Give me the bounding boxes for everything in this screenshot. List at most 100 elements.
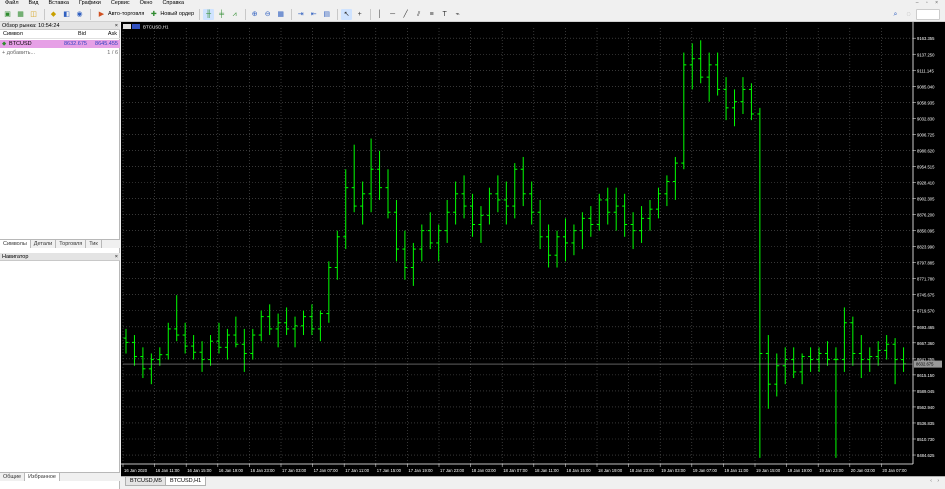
navigator-icon[interactable]: ◆ [48, 9, 59, 20]
price-label: 8902.305 [917, 197, 935, 202]
time-label: 18 Jan 07:00 [503, 468, 528, 473]
ohlc-bar [698, 40, 704, 84]
menu-view[interactable]: Вид [24, 0, 44, 7]
ohlc-bar [123, 328, 129, 354]
menu-insert[interactable]: Вставка [43, 0, 73, 7]
shift-icon[interactable]: ⇤ [308, 9, 319, 20]
close-icon[interactable]: × [115, 253, 118, 261]
navigator-title-text: Навигатор [2, 254, 29, 260]
ohlc-bar [799, 353, 805, 385]
ohlc-bar [901, 347, 907, 372]
bar-chart-icon[interactable]: ╫ [203, 8, 215, 20]
window-controls[interactable]: – ▫ × [916, 0, 941, 6]
tab-symbols[interactable]: Символы [0, 240, 31, 248]
signals-icon[interactable]: ◉ [74, 9, 85, 20]
time-label: 17 Jan 07:00 [314, 468, 339, 473]
time-label: 17 Jan 11:00 [345, 468, 370, 473]
ohlc-bar [808, 347, 814, 372]
periods-icon[interactable]: ▤ [321, 9, 332, 20]
text-icon[interactable]: T [439, 9, 450, 20]
ohlc-bar [858, 335, 864, 379]
chat-icon[interactable]: ◌ [903, 9, 914, 20]
chart-canvas[interactable]: 9163.355 9137.250 9111.145 9085.040 9058.935… [121, 22, 945, 476]
ohlc-bar [579, 212, 585, 250]
search-box[interactable] [916, 9, 940, 20]
time-label: 18 Jan 03:00 [472, 468, 497, 473]
search-icon[interactable]: ⌕ [890, 9, 901, 20]
ohlc-bar [461, 175, 467, 219]
menu-window[interactable]: Окно [135, 0, 158, 7]
data-window-icon[interactable]: ◧ [61, 9, 72, 20]
new-chart-icon[interactable]: ▣ [2, 9, 13, 20]
ohlc-bar [782, 347, 788, 385]
menu-help[interactable]: Справка [157, 0, 189, 7]
menu-charts[interactable]: Графики [74, 0, 106, 7]
crosshair-icon[interactable]: + [354, 9, 365, 20]
price-label: 8771.780 [917, 277, 935, 282]
ohlc-bar [664, 175, 670, 207]
ohlc-bar [867, 347, 873, 372]
auto-trading-button[interactable]: ▶ Авто-торговля [94, 9, 146, 20]
zoom-in-icon[interactable]: ⊕ [249, 9, 260, 20]
bid-value: 8632.675 [64, 41, 87, 47]
ask-value: 8645.455 [95, 41, 118, 47]
close-icon[interactable]: × [115, 22, 118, 30]
tab-details[interactable]: Детали [31, 240, 57, 248]
ohlc-bar [605, 187, 611, 225]
ohlc-bar [655, 187, 661, 219]
price-label: 9085.040 [917, 84, 935, 89]
time-label: 18 Jan 19:00 [598, 468, 623, 473]
ohlc-bar [486, 187, 492, 225]
tile-icon[interactable]: ▦ [275, 9, 286, 20]
ohlc-bar [267, 304, 273, 336]
chart-tab-h1[interactable]: BTCUSD,H1 [165, 477, 207, 486]
ohlc-bar [622, 193, 628, 237]
vertical-line-icon[interactable]: │ [374, 9, 385, 20]
chart-tab-m5[interactable]: BTCUSD,M5 [125, 477, 167, 486]
time-label: 19 Jan 19:00 [788, 468, 813, 473]
ohlc-bar [791, 347, 797, 379]
fibonacci-icon[interactable]: ≡ [426, 9, 437, 20]
ohlc-bar [326, 261, 332, 323]
time-label: 20 Jan 03:00 [851, 468, 876, 473]
ask-column-header[interactable]: Ask [108, 30, 117, 39]
channel-icon[interactable]: ⫽ [413, 9, 424, 20]
autoscroll-icon[interactable]: ⇥ [295, 9, 306, 20]
ohlc-bar [588, 206, 594, 237]
new-order-button[interactable]: ✚ Новый ордер [146, 9, 196, 20]
cursor-icon[interactable]: ↖ [341, 8, 353, 20]
line-chart-icon[interactable]: ⩘ [229, 9, 240, 20]
trendline-icon[interactable]: ╱ [400, 9, 411, 20]
toolbar-divider [291, 8, 293, 20]
price-label: 9111.145 [917, 68, 935, 73]
chart-tabs-bar: BTCUSD,M5 BTCUSD,H1 ‹ › [121, 476, 945, 489]
time-label: 16 Jan 11:00 [156, 468, 181, 473]
ohlc-bar [884, 335, 890, 360]
ohlc-bar [284, 307, 290, 336]
ohlc-bar [723, 77, 729, 121]
tab-favorites[interactable]: Избранное [25, 473, 60, 481]
add-symbol-row[interactable]: + добавить... 1 / 6 [0, 49, 120, 57]
price-label: 9006.725 [917, 132, 935, 137]
horizontal-line-icon[interactable]: ─ [387, 9, 398, 20]
menu-tools[interactable]: Сервис [106, 0, 135, 7]
tab-trading[interactable]: Торговля [56, 240, 87, 248]
profiles-icon[interactable]: ▦ [15, 9, 26, 20]
price-chart[interactable]: 9163.355 9137.250 9111.145 9085.040 9058.935… [121, 22, 945, 476]
tabs-scroll-arrows[interactable]: ‹ › [930, 478, 941, 484]
market-watch-row[interactable]: ◆ BTCUSD 8632.675 8645.455 [0, 40, 120, 48]
menu-file[interactable]: Файл [0, 0, 24, 7]
bid-column-header[interactable]: Bid [78, 30, 86, 39]
tab-ticks[interactable]: Тик [86, 240, 102, 248]
shapes-icon[interactable]: ⌁ [452, 9, 463, 20]
candles-icon[interactable]: ╪ [216, 9, 227, 20]
tab-common[interactable]: Общие [0, 473, 26, 481]
ohlc-bar [875, 341, 881, 366]
ohlc-bar [174, 295, 180, 342]
ohlc-bar [529, 181, 535, 225]
symbol-column-header[interactable]: Символ [3, 30, 23, 39]
zoom-out-icon[interactable]: ⊖ [262, 9, 273, 20]
ohlc-bar [740, 77, 746, 114]
ohlc-bar [689, 43, 695, 90]
market-watch-icon[interactable]: ◫ [28, 9, 39, 20]
